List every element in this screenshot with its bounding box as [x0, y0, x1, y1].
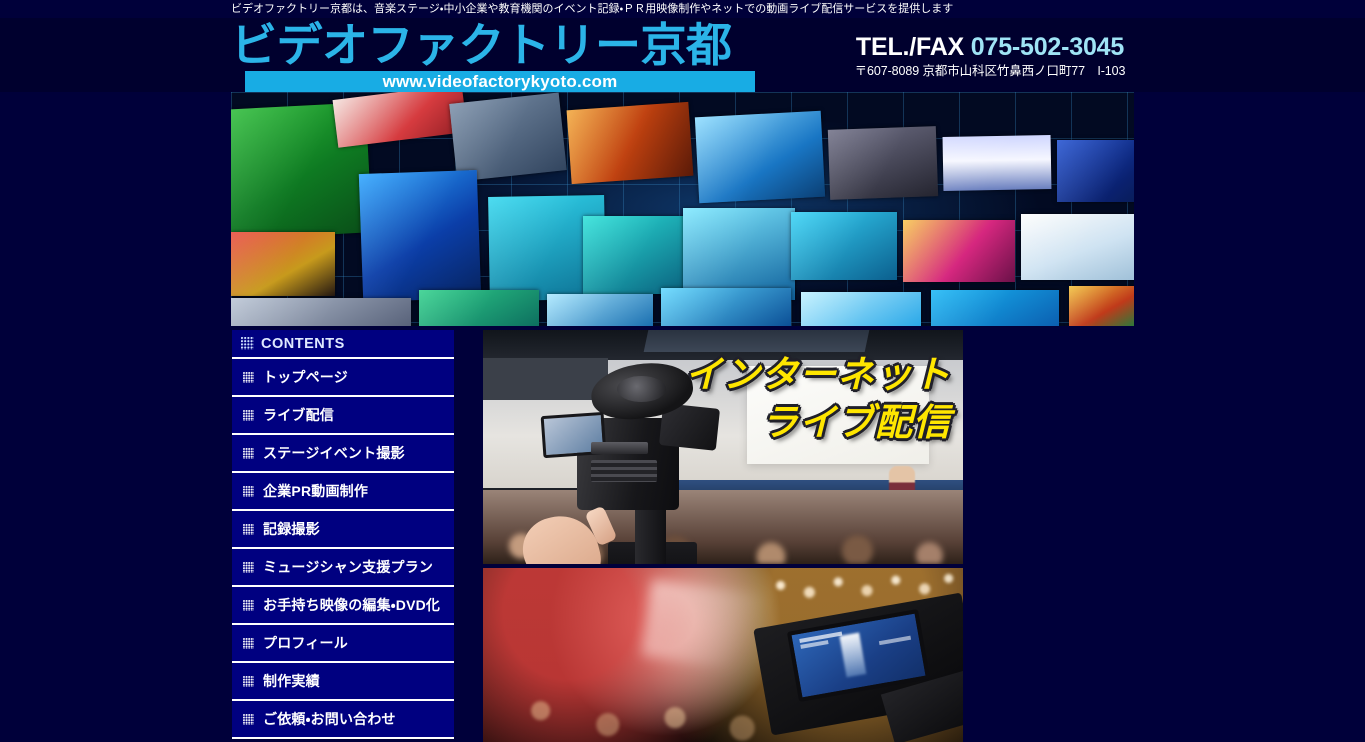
sidebar-item-label: ミュージシャン支援プラン: [263, 559, 434, 575]
camera-control-strip: [590, 442, 649, 454]
dotted-square-icon: [243, 561, 254, 573]
hero-banner-image: [231, 92, 1134, 326]
sidebar-item-label: お手持ち映像の編集・DVD化: [263, 597, 441, 613]
sidebar-heading-label: CONTENTS: [261, 335, 345, 352]
camera-lens: [617, 376, 666, 402]
dotted-square-icon: [243, 637, 254, 649]
banner-screen: [661, 288, 791, 326]
banner-screen: [547, 294, 653, 326]
site-header: ビデオファクトリー京都 www.videofactorykyoto.com TE…: [0, 18, 1365, 92]
sidebar-item-label: ステージイベント撮影: [263, 445, 405, 461]
dotted-square-icon: [243, 371, 254, 383]
sidebar-item-label: ライブ配信: [263, 407, 334, 423]
banner-screen: [683, 208, 795, 300]
banner-screen: [231, 298, 411, 326]
banner-screen: [358, 169, 482, 303]
main-content: インターネット ライブ配信: [483, 330, 963, 742]
sidebar-item-record-filming[interactable]: 記録撮影: [232, 511, 454, 549]
sidebar-item-label: 制作実績: [263, 673, 320, 689]
banner-screen: [694, 110, 826, 204]
sidebar-navigation[interactable]: CONTENTS トップページ ライブ配信 ステージイベント撮影 企業PR動画制…: [232, 330, 454, 739]
photo-video-camera: [516, 356, 781, 564]
postal-address: 〒607-8089 京都市山科区竹鼻西ノ口町77 I-103: [854, 64, 1126, 78]
banner-screen: [419, 290, 539, 326]
hero-photo-seminar: インターネット ライブ配信: [483, 330, 963, 564]
banner-screen: [583, 216, 687, 294]
sidebar-item-corporate-pr-video[interactable]: 企業PR動画制作: [232, 473, 454, 511]
secondary-photo-concert: [483, 568, 963, 742]
sidebar-item-musician-support-plan[interactable]: ミュージシャン支援プラン: [232, 549, 454, 587]
logo-title: ビデオファクトリー京都: [231, 18, 732, 72]
sidebar-item-contact[interactable]: ご依頼・お問い合わせ: [232, 701, 454, 739]
sidebar-item-stage-event-filming[interactable]: ステージイベント撮影: [232, 435, 454, 473]
banner-screen: [1021, 214, 1134, 280]
photo-ceiling-beam: [643, 330, 870, 352]
dotted-square-icon: [243, 675, 254, 687]
banner-screen: [931, 290, 1059, 326]
banner-screen: [449, 92, 567, 182]
sidebar-item-label: トップページ: [263, 369, 348, 385]
site-tagline: ビデオファクトリー京都は、音楽ステージ・中小企業や教育機関のイベント記録・ＰＲ用…: [231, 3, 954, 15]
banner-screen: [231, 232, 335, 296]
sidebar-item-live-streaming[interactable]: ライブ配信: [232, 397, 454, 435]
sidebar-item-label: ご依頼・お問い合わせ: [263, 711, 396, 727]
banner-screen: [566, 101, 694, 185]
sidebar-item-editing-dvd[interactable]: お手持ち映像の編集・DVD化: [232, 587, 454, 625]
camera-handle: [634, 506, 666, 564]
sidebar-heading: CONTENTS: [232, 330, 454, 359]
logo-url-text: www.videofactorykyoto.com: [382, 72, 618, 91]
dotted-square-icon: [243, 447, 254, 459]
camera-button-panel: [590, 460, 657, 482]
contact-block: TEL./FAX 075-502-3045 〒607-8089 京都市山科区竹鼻…: [840, 32, 1140, 80]
sidebar-item-profile[interactable]: プロフィール: [232, 625, 454, 663]
site-logo[interactable]: ビデオファクトリー京都 www.videofactorykyoto.com: [231, 18, 756, 92]
banner-screen: [827, 126, 939, 200]
banner-screen: [903, 220, 1015, 282]
dotted-square-icon: [243, 485, 254, 497]
banner-screen: [1057, 140, 1134, 202]
sidebar-item-label: プロフィール: [263, 635, 348, 651]
banner-screen: [1069, 286, 1134, 326]
sidebar-item-label: 記録撮影: [263, 521, 320, 537]
dotted-square-icon: [243, 713, 254, 725]
banner-screen: [801, 292, 921, 326]
sidebar-item-label: 企業PR動画制作: [263, 483, 369, 499]
telephone-label: TEL./FAX: [855, 33, 971, 61]
dotted-square-icon: [243, 409, 254, 421]
banner-screen: [791, 212, 897, 280]
dotted-square-icon: [243, 523, 254, 535]
camcorder-osd-line: [878, 636, 912, 646]
camcorder-lcd-subject: [839, 632, 867, 678]
telephone-line: TEL./FAX 075-502-3045: [840, 32, 1140, 62]
sidebar-item-portfolio[interactable]: 制作実績: [232, 663, 454, 701]
banner-screen: [942, 135, 1052, 191]
sidebar-item-top-page[interactable]: トップページ: [232, 359, 454, 397]
page-root: ビデオファクトリー京都は、音楽ステージ・中小企業や教育機関のイベント記録・ＰＲ用…: [0, 0, 1365, 742]
logo-url-bar[interactable]: www.videofactorykyoto.com: [245, 71, 755, 92]
telephone-number: 075-502-3045: [970, 33, 1125, 61]
dotted-square-icon: [241, 337, 254, 350]
dotted-square-icon: [243, 599, 254, 611]
